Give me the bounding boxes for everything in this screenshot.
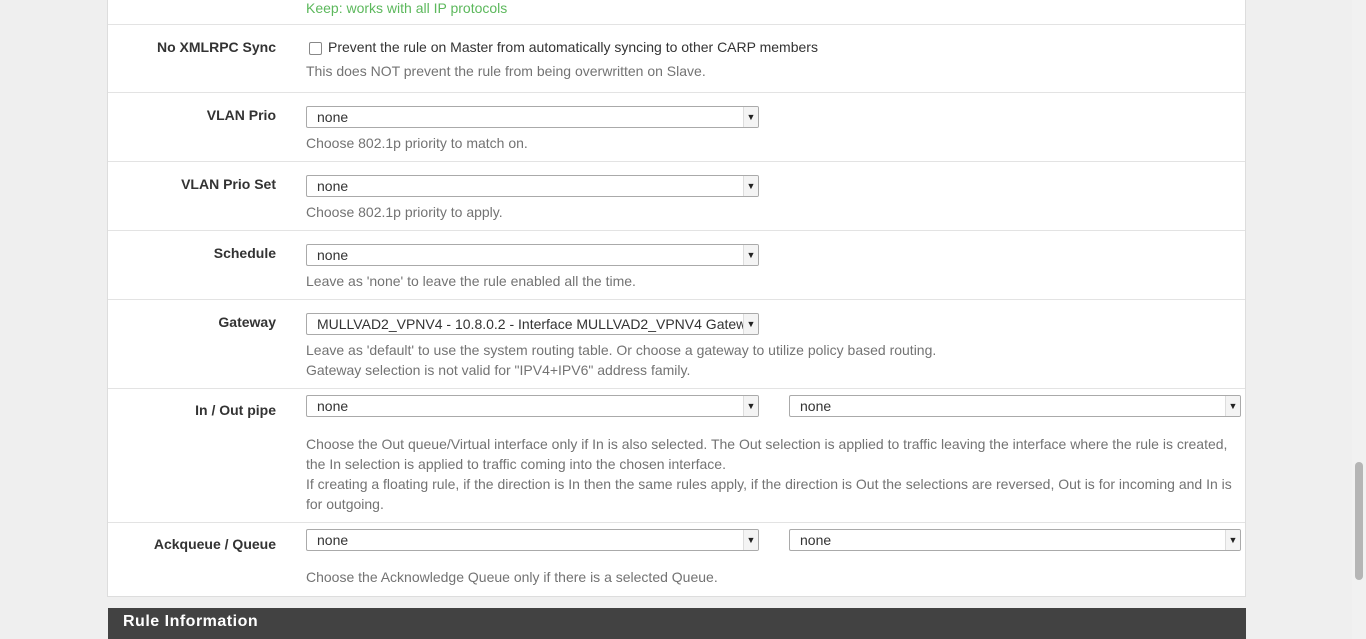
chevron-down-icon: ▼ bbox=[1225, 530, 1240, 550]
xmlrpc-row: No XMLRPC Sync Prevent the rule on Maste… bbox=[108, 25, 1245, 93]
pipe-label: In / Out pipe bbox=[195, 402, 276, 418]
xmlrpc-checkbox[interactable] bbox=[309, 42, 322, 55]
schedule-value: none bbox=[317, 247, 349, 263]
queue-label: Ackqueue / Queue bbox=[153, 536, 276, 552]
section-title: Rule Information bbox=[123, 613, 259, 630]
xmlrpc-help: This does NOT prevent the rule from bein… bbox=[306, 63, 706, 79]
ackqueue-select[interactable]: none ▼ bbox=[306, 529, 759, 551]
vlan-prio-select[interactable]: none ▼ bbox=[306, 106, 759, 128]
chevron-down-icon: ▼ bbox=[1225, 396, 1240, 416]
ackqueue-value: none bbox=[317, 532, 349, 548]
pipe-help-2: If creating a floating rule, if the dire… bbox=[306, 476, 1232, 512]
chevron-down-icon: ▼ bbox=[743, 245, 758, 265]
vlan-prio-set-label: VLAN Prio Set bbox=[181, 176, 276, 192]
chevron-down-icon: ▼ bbox=[743, 107, 758, 127]
schedule-select[interactable]: none ▼ bbox=[306, 244, 759, 266]
out-pipe-select[interactable]: none ▼ bbox=[789, 395, 1241, 417]
gateway-help-1: Leave as 'default' to use the system rou… bbox=[306, 342, 937, 358]
page-scrollbar[interactable] bbox=[1352, 0, 1366, 639]
gateway-value: MULLVAD2_VPNV4 - 10.8.0.2 - Interface MU… bbox=[317, 316, 759, 332]
vlan-prio-label: VLAN Prio bbox=[206, 107, 276, 123]
xmlrpc-label: No XMLRPC Sync bbox=[156, 39, 276, 55]
in-pipe-value: none bbox=[317, 398, 349, 414]
gateway-help-2: Gateway selection is not valid for "IPV4… bbox=[306, 362, 691, 378]
vlan-prio-help: Choose 802.1p priority to match on. bbox=[306, 135, 528, 151]
chevron-down-icon: ▼ bbox=[743, 396, 758, 416]
out-pipe-value: none bbox=[800, 398, 832, 414]
queue-row: Ackqueue / Queue none ▼ none ▼ Choose th… bbox=[108, 523, 1245, 597]
pipe-row: In / Out pipe none ▼ none ▼ Choose the O… bbox=[108, 389, 1245, 523]
gateway-label: Gateway bbox=[218, 314, 276, 330]
gateway-select[interactable]: MULLVAD2_VPNV4 - 10.8.0.2 - Interface MU… bbox=[306, 313, 759, 335]
schedule-help: Leave as 'none' to leave the rule enable… bbox=[306, 273, 636, 289]
schedule-row: Schedule none ▼ Leave as 'none' to leave… bbox=[108, 231, 1245, 300]
schedule-label: Schedule bbox=[213, 245, 276, 261]
page: Keep: works with all IP protocols No XML… bbox=[0, 0, 1366, 639]
queue-value: none bbox=[800, 532, 832, 548]
vlan-prio-set-select[interactable]: none ▼ bbox=[306, 175, 759, 197]
chevron-down-icon: ▼ bbox=[743, 176, 758, 196]
chevron-down-icon: ▼ bbox=[743, 530, 758, 550]
state-type-help: Keep: works with all IP protocols bbox=[306, 0, 508, 16]
vlan-prio-value: none bbox=[317, 109, 349, 125]
xmlrpc-checkbox-label[interactable]: Prevent the rule on Master from automati… bbox=[328, 39, 818, 55]
vlan-prio-set-help: Choose 802.1p priority to apply. bbox=[306, 204, 503, 220]
chevron-down-icon: ▼ bbox=[743, 314, 758, 334]
gateway-row: Gateway MULLVAD2_VPNV4 - 10.8.0.2 - Inte… bbox=[108, 300, 1245, 389]
queue-help: Choose the Acknowledge Queue only if the… bbox=[306, 569, 718, 585]
state-type-row: Keep: works with all IP protocols bbox=[108, 0, 1245, 25]
vlan-prio-set-row: VLAN Prio Set none ▼ Choose 802.1p prior… bbox=[108, 162, 1245, 231]
queue-select[interactable]: none ▼ bbox=[789, 529, 1241, 551]
vlan-prio-row: VLAN Prio none ▼ Choose 802.1p priority … bbox=[108, 93, 1245, 162]
pipe-help-1: Choose the Out queue/Virtual interface o… bbox=[306, 436, 1228, 472]
rule-information-header: Rule Information bbox=[108, 608, 1246, 639]
in-pipe-select[interactable]: none ▼ bbox=[306, 395, 759, 417]
advanced-options-panel: Keep: works with all IP protocols No XML… bbox=[107, 0, 1246, 597]
scrollbar-thumb[interactable] bbox=[1355, 462, 1363, 580]
vlan-prio-set-value: none bbox=[317, 178, 349, 194]
